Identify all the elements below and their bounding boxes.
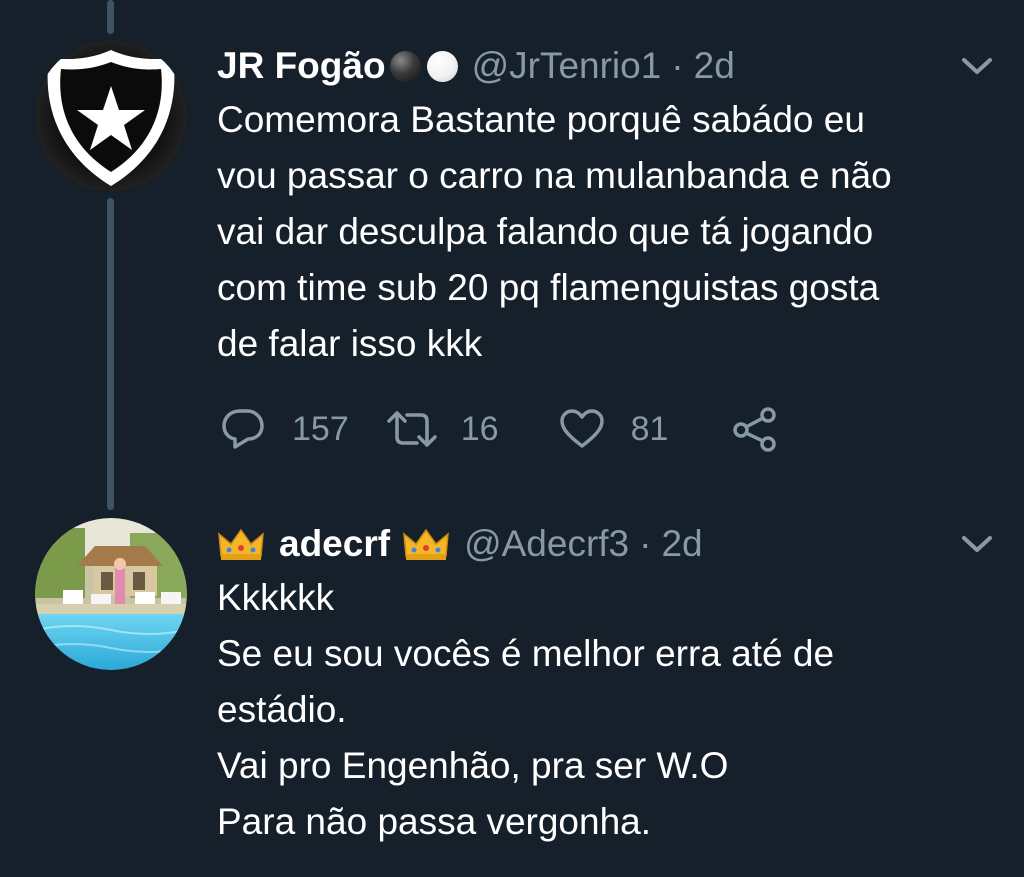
retweet-count: 16 xyxy=(460,409,499,448)
handle[interactable]: @Adecrf3 xyxy=(464,523,629,565)
heart-icon xyxy=(559,409,604,448)
crown-emoji xyxy=(218,528,264,560)
white-circle-emoji xyxy=(426,50,458,82)
avatar[interactable] xyxy=(35,518,187,670)
separator: · xyxy=(639,523,652,564)
reply-count: 157 xyxy=(292,409,349,448)
display-name[interactable]: JR Fogão xyxy=(217,45,386,87)
share-button[interactable] xyxy=(732,406,778,452)
tweet-2[interactable]: adecrf @Adecrf3 · 2d Kkkkkk Se eu sou vo… xyxy=(0,510,1024,877)
tweet-header: adecrf @Adecrf3 · 2d xyxy=(217,518,994,570)
tweet-text: Comemora Bastante porquê sabádo eu vou p… xyxy=(217,99,892,364)
black-circle-emoji xyxy=(389,50,421,82)
retweet-icon xyxy=(386,411,437,447)
like-button[interactable]: 81 xyxy=(559,408,669,450)
chevron-down-icon[interactable] xyxy=(960,55,994,77)
avatar[interactable] xyxy=(35,40,187,192)
reply-icon xyxy=(222,409,264,449)
share-icon xyxy=(733,407,777,452)
tweet-text: Kkkkkk Se eu sou vocês é melhor erra até… xyxy=(217,577,835,842)
timestamp[interactable]: 2d xyxy=(694,45,735,87)
chevron-down-icon[interactable] xyxy=(960,533,994,555)
like-count: 81 xyxy=(630,409,669,448)
pool-photo-icon xyxy=(35,518,187,670)
display-name[interactable]: adecrf xyxy=(279,523,390,565)
handle[interactable]: @JrTenrio1 xyxy=(472,45,662,87)
reply-button[interactable]: 157 xyxy=(220,407,349,451)
separator: · xyxy=(671,45,684,86)
crown-emoji xyxy=(403,528,449,560)
tweet-header: JR Fogão @JrTenrio1 · 2d xyxy=(217,40,994,92)
tweet-1[interactable]: JR Fogão @JrTenrio1 · 2d Comemora Bastan… xyxy=(0,0,1024,500)
botafogo-shield-icon xyxy=(35,40,187,192)
action-bar: 157 16 81 xyxy=(220,404,778,454)
retweet-button[interactable]: 16 xyxy=(385,409,499,449)
timestamp[interactable]: 2d xyxy=(661,523,702,565)
